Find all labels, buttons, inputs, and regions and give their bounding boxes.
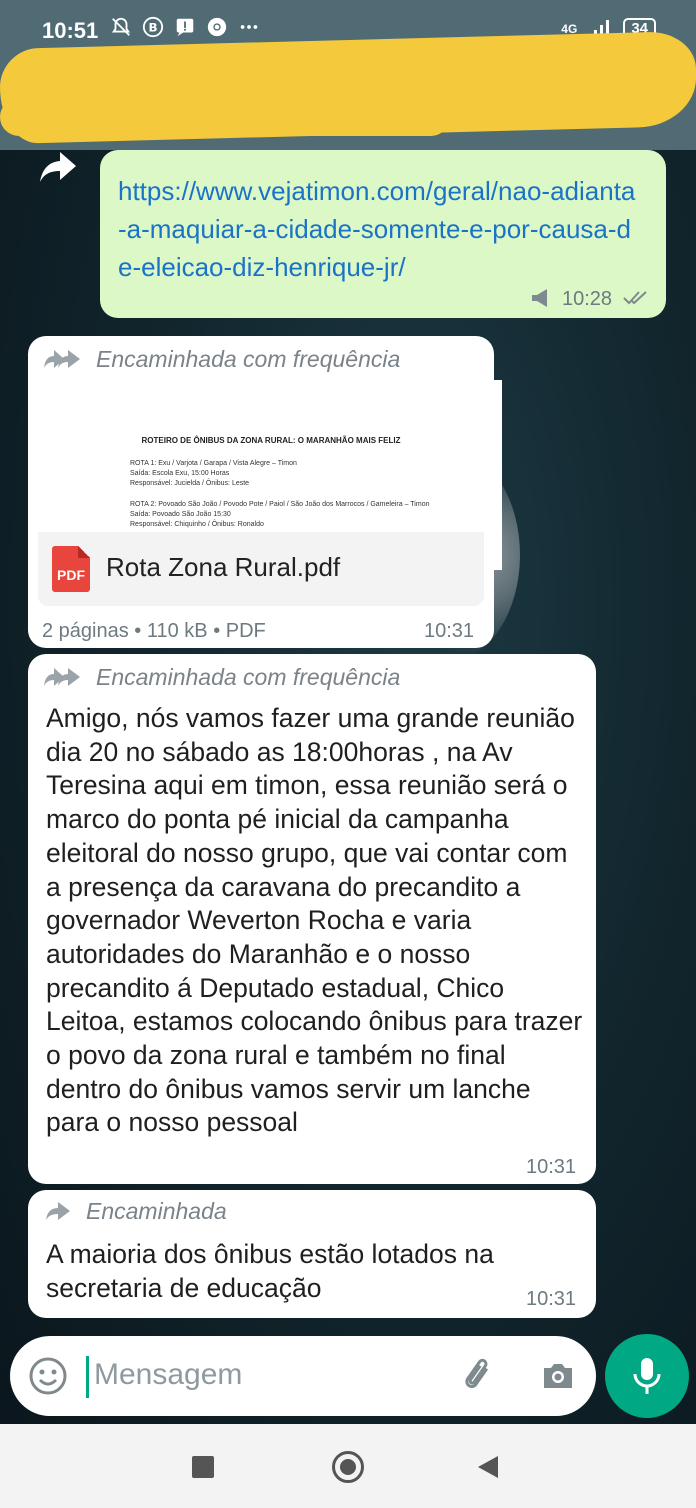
document-file-name: Rota Zona Rural.pdf [106,552,341,582]
message-time: 10:31 [526,1156,577,1178]
svg-text:B: B [148,21,157,35]
redaction-mark-2 [0,98,450,136]
megaphone-icon [532,289,547,307]
forward-share-icon[interactable] [38,150,78,184]
incoming-text-message[interactable]: Encaminhada A maioria dos ônibus estão l… [28,1190,596,1318]
forwarded-label: Encaminhada com frequência [44,346,400,373]
attach-icon[interactable] [460,1356,500,1401]
message-text: A maioria dos ônibus estão lotados na se… [46,1239,494,1303]
preview-title: ROTEIRO DE ÔNIBUS DA ZONA RURAL: O MARAN… [141,436,401,445]
system-nav-bar [0,1424,696,1508]
pdf-icon: PDF [52,546,90,592]
camera-icon[interactable] [538,1356,578,1401]
preview-line: ROTA 2: Povoado São João / Povodo Pote /… [130,501,430,508]
incoming-document-message[interactable]: Encaminhada com frequência ROTEIRO DE ÔN… [28,336,502,648]
b-badge-icon: B [142,16,164,44]
forwarded-many-icon [44,667,80,686]
message-time: 10:28 [562,288,613,310]
recents-button[interactable] [192,1456,214,1478]
more-icon [238,16,260,44]
preview-line: Responsável: Chiquinho / Ônibus: Ronaldo [130,521,264,528]
bell-off-icon [110,16,132,44]
home-button[interactable] [332,1451,364,1483]
message-link[interactable]: https://www.vejatimon.com/geral/nao-adia… [118,172,638,286]
document-file-bar[interactable]: PDF Rota Zona Rural.pdf [38,532,484,606]
forwarded-label-text: Encaminhada com frequência [96,664,401,690]
mic-icon [633,1358,661,1394]
message-time: 10:31 [424,620,475,642]
message-text: Amigo, nós vamos fazer uma grande reuniã… [46,703,583,1138]
preview-line: Saída: Povoado São João 15:30 [130,511,231,518]
incoming-text-message[interactable]: Encaminhada com frequência Amigo, nós va… [28,654,596,1184]
read-receipt-icon [623,291,647,305]
forwarded-icon [46,1201,70,1220]
notification-icons: B [110,16,260,44]
message-input[interactable]: Mensagem [94,1358,242,1392]
forwarded-label: Encaminhada [44,1198,227,1225]
document-file-meta: 2 páginas • 110 kB • PDF [42,620,266,642]
preview-line: ROTA 1: Exu / Varjota / Garapa / Vista A… [130,460,297,467]
preview-line: Responsável: Jucielda / Ônibus: Leste [130,480,250,487]
emoji-icon[interactable] [28,1356,68,1401]
preview-line: Saída: Escola Exu, 15:00 Horas [130,470,230,477]
forwarded-label-text: Encaminhada com frequência [96,346,401,372]
status-time: 10:51 [42,18,99,43]
forwarded-label-text: Encaminhada [86,1198,227,1224]
chrome-icon [206,16,228,44]
message-time: 10:31 [526,1288,577,1310]
mic-button[interactable] [605,1334,689,1418]
back-button[interactable] [478,1456,498,1478]
message-composer[interactable]: Mensagem [10,1336,596,1416]
forwarded-many-icon [44,349,80,368]
text-cursor [86,1356,89,1398]
alert-icon [174,16,196,44]
outgoing-link-message[interactable]: https://www.vejatimon.com/geral/nao-adia… [100,150,666,318]
forwarded-label: Encaminhada com frequência [44,664,400,691]
